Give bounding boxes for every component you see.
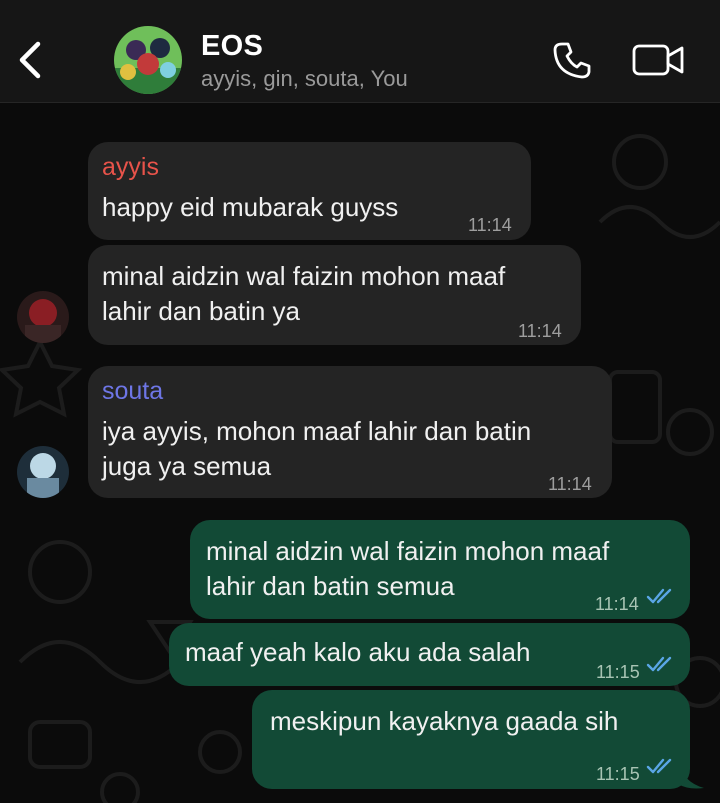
- sender-name: souta: [102, 377, 164, 405]
- message-time: 11:15: [596, 764, 640, 784]
- message-time: 11:14: [548, 474, 592, 494]
- phone-icon: [553, 42, 591, 79]
- message-bubble-incoming[interactable]: ayyis happy eid mubarak guyss 11:14: [88, 142, 531, 240]
- sender-name: ayyis: [102, 153, 159, 181]
- message-time: 11:14: [595, 594, 639, 614]
- message-time: 11:14: [468, 215, 512, 235]
- chat-header: EOS ayyis, gin, souta, You: [0, 0, 720, 103]
- message-bubble-outgoing[interactable]: minal aidzin wal faizin mohon maaf lahir…: [190, 520, 690, 619]
- message-bubble-incoming[interactable]: minal aidzin wal faizin mohon maaf lahir…: [88, 245, 581, 345]
- message-text: minal aidzin wal faizin mohon maaf lahir…: [206, 536, 610, 601]
- message-bubble-outgoing[interactable]: meskipun kayaknya gaada sih 11:15: [252, 690, 690, 789]
- group-members[interactable]: ayyis, gin, souta, You: [201, 66, 408, 92]
- video-call-button[interactable]: [632, 42, 684, 78]
- message-bubble-outgoing[interactable]: maaf yeah kalo aku ada salah 11:15: [169, 623, 690, 686]
- back-button[interactable]: [14, 40, 46, 80]
- sender-avatar-gin[interactable]: [17, 291, 69, 343]
- voice-call-button[interactable]: [552, 40, 592, 80]
- message-time: 11:14: [518, 321, 562, 341]
- message-text: meskipun kayaknya gaada sih: [270, 706, 619, 736]
- group-name[interactable]: EOS: [201, 30, 263, 63]
- sender-avatar-souta[interactable]: [17, 446, 69, 498]
- message-text: iya ayyis, mohon maaf lahir dan batin ju…: [102, 416, 532, 481]
- message-text: minal aidzin wal faizin mohon maaf lahir…: [102, 261, 506, 326]
- double-check-icon: [646, 758, 672, 774]
- message-time: 11:15: [596, 662, 640, 682]
- message-text: happy eid mubarak guyss: [102, 192, 399, 222]
- message-bubble-incoming[interactable]: souta iya ayyis, mohon maaf lahir dan ba…: [88, 366, 612, 498]
- double-check-icon: [646, 656, 672, 672]
- message-text: maaf yeah kalo aku ada salah: [185, 637, 531, 667]
- video-camera-icon: [632, 44, 684, 76]
- double-check-icon: [646, 588, 672, 604]
- back-chevron-icon: [19, 41, 41, 79]
- group-avatar[interactable]: [114, 26, 182, 94]
